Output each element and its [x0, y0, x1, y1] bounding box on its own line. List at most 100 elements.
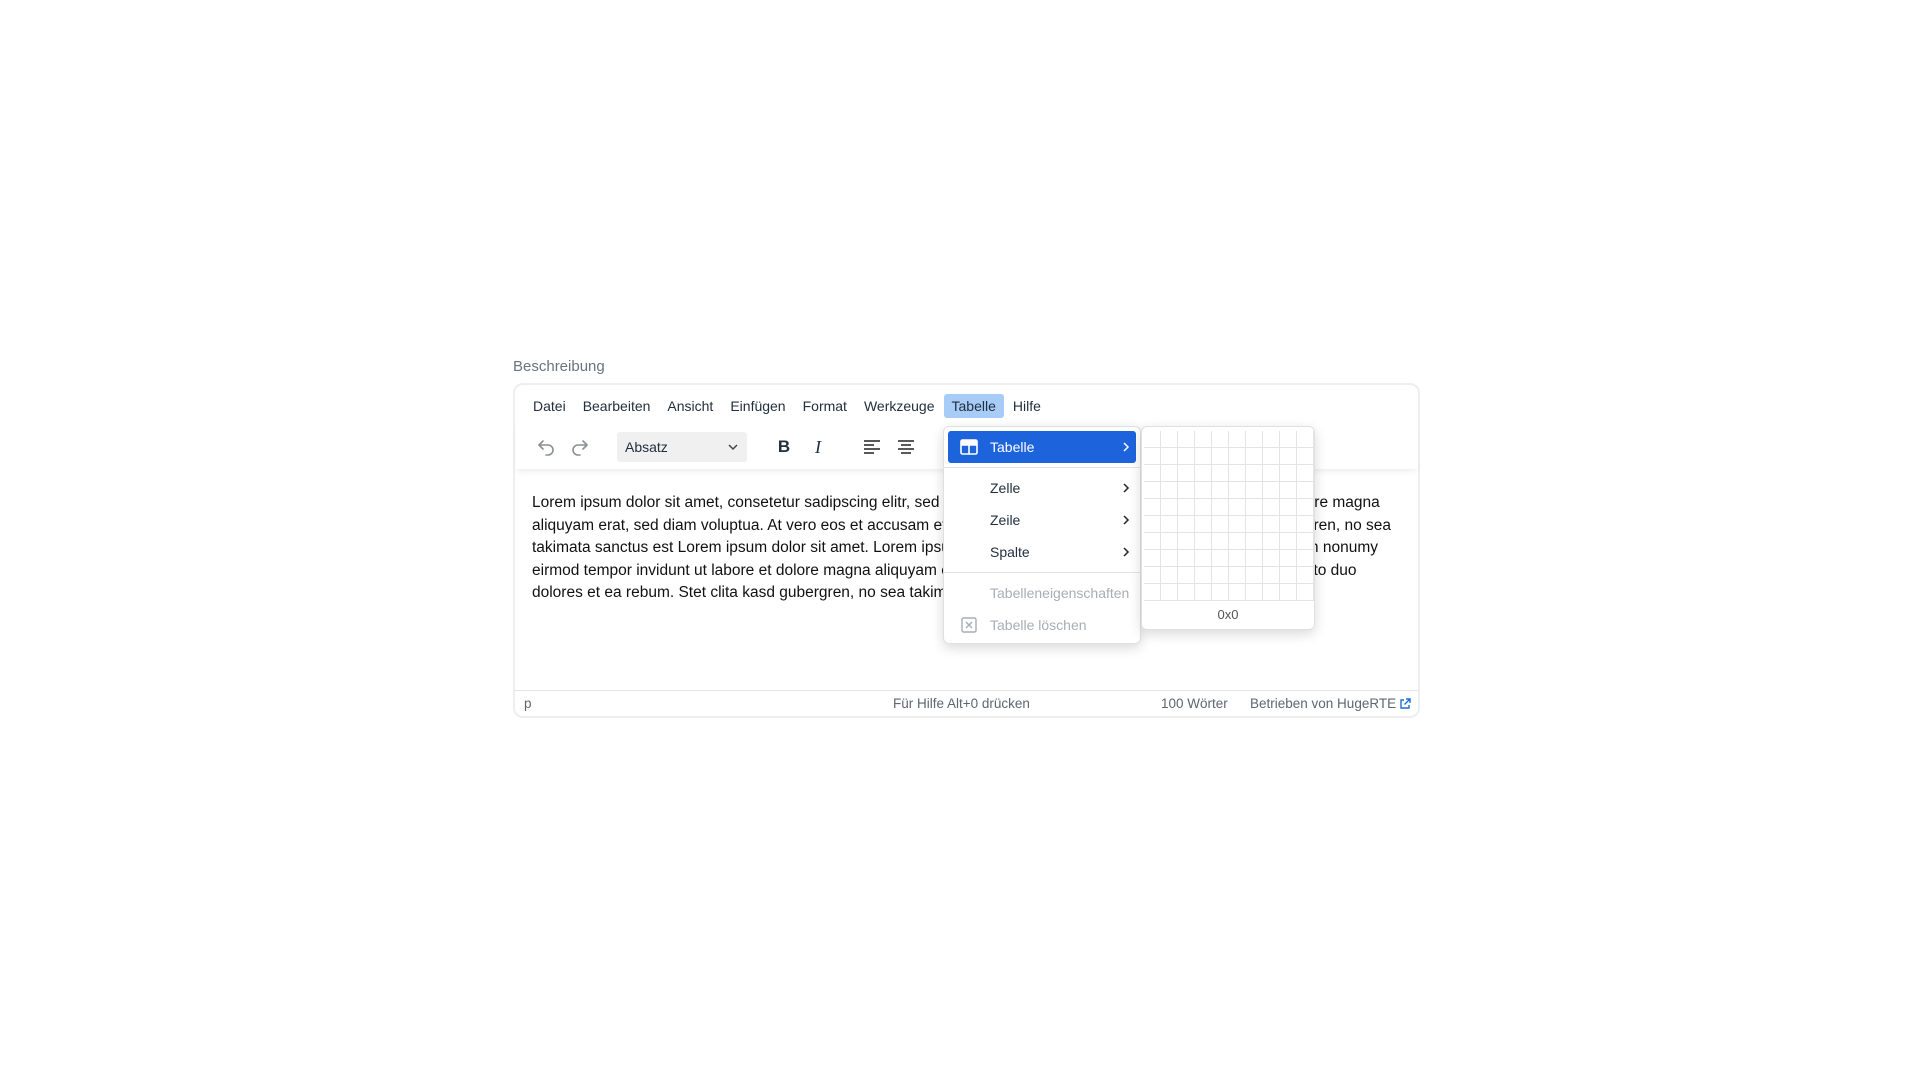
menu-format[interactable]: Format — [795, 394, 855, 418]
menu-einfuegen[interactable]: Einfügen — [722, 394, 793, 418]
dd-item-tabelle[interactable]: Tabelle — [948, 431, 1136, 463]
table-size-cell[interactable] — [1280, 465, 1297, 482]
table-size-cell[interactable] — [1195, 550, 1212, 567]
table-size-cell[interactable] — [1229, 448, 1246, 465]
table-size-cell[interactable] — [1297, 533, 1314, 550]
table-size-cell[interactable] — [1229, 499, 1246, 516]
table-size-cell[interactable] — [1246, 550, 1263, 567]
menu-hilfe[interactable]: Hilfe — [1005, 394, 1049, 418]
table-size-cell[interactable] — [1178, 584, 1195, 601]
table-size-cell[interactable] — [1297, 431, 1314, 448]
table-size-cell[interactable] — [1212, 567, 1229, 584]
table-size-cell[interactable] — [1178, 465, 1195, 482]
menu-ansicht[interactable]: Ansicht — [659, 394, 721, 418]
table-size-cell[interactable] — [1297, 448, 1314, 465]
table-size-cell[interactable] — [1144, 499, 1161, 516]
brand-link[interactable]: Betrieben von HugeRTE — [1250, 696, 1411, 711]
table-size-cell[interactable] — [1246, 516, 1263, 533]
table-size-cell[interactable] — [1229, 465, 1246, 482]
table-size-cell[interactable] — [1297, 550, 1314, 567]
table-size-cell[interactable] — [1144, 431, 1161, 448]
table-size-cell[interactable] — [1280, 516, 1297, 533]
table-size-cell[interactable] — [1246, 567, 1263, 584]
table-size-cell[interactable] — [1212, 584, 1229, 601]
table-size-cell[interactable] — [1212, 533, 1229, 550]
table-size-cell[interactable] — [1144, 482, 1161, 499]
dd-item-spalte[interactable]: Spalte — [948, 536, 1136, 568]
table-size-cell[interactable] — [1212, 448, 1229, 465]
table-size-cell[interactable] — [1144, 516, 1161, 533]
table-size-cell[interactable] — [1280, 550, 1297, 567]
menu-bearbeiten[interactable]: Bearbeiten — [575, 394, 659, 418]
table-size-cell[interactable] — [1144, 465, 1161, 482]
table-size-cell[interactable] — [1246, 431, 1263, 448]
redo-button[interactable] — [563, 430, 597, 464]
table-size-cell[interactable] — [1263, 533, 1280, 550]
table-size-cell[interactable] — [1229, 431, 1246, 448]
italic-button[interactable]: I — [801, 430, 835, 464]
table-size-cell[interactable] — [1263, 431, 1280, 448]
table-size-cell[interactable] — [1195, 516, 1212, 533]
table-size-cell[interactable] — [1195, 465, 1212, 482]
table-size-cell[interactable] — [1178, 431, 1195, 448]
menu-datei[interactable]: Datei — [525, 394, 574, 418]
table-size-cell[interactable] — [1263, 465, 1280, 482]
table-size-cell[interactable] — [1280, 499, 1297, 516]
menu-tabelle[interactable]: Tabelle — [943, 394, 1004, 418]
table-size-cell[interactable] — [1280, 431, 1297, 448]
table-size-cell[interactable] — [1229, 482, 1246, 499]
table-size-cell[interactable] — [1178, 516, 1195, 533]
table-size-cell[interactable] — [1263, 448, 1280, 465]
dd-item-zeile[interactable]: Zeile — [948, 504, 1136, 536]
bold-button[interactable]: B — [767, 430, 801, 464]
table-size-cell[interactable] — [1144, 550, 1161, 567]
table-size-cell[interactable] — [1212, 516, 1229, 533]
table-size-cell[interactable] — [1161, 567, 1178, 584]
table-size-cell[interactable] — [1297, 482, 1314, 499]
table-size-cell[interactable] — [1297, 567, 1314, 584]
table-size-cell[interactable] — [1297, 465, 1314, 482]
table-size-cell[interactable] — [1246, 482, 1263, 499]
table-size-cell[interactable] — [1161, 533, 1178, 550]
table-size-cell[interactable] — [1297, 516, 1314, 533]
table-size-cell[interactable] — [1144, 533, 1161, 550]
table-size-cell[interactable] — [1178, 499, 1195, 516]
table-size-cell[interactable] — [1280, 567, 1297, 584]
table-size-cell[interactable] — [1229, 533, 1246, 550]
table-size-cell[interactable] — [1144, 584, 1161, 601]
table-size-cell[interactable] — [1212, 482, 1229, 499]
table-size-cell[interactable] — [1161, 516, 1178, 533]
table-size-cell[interactable] — [1229, 567, 1246, 584]
dd-item-tabelleneigenschaften[interactable]: Tabelleneigenschaften — [948, 577, 1136, 609]
table-size-cell[interactable] — [1178, 567, 1195, 584]
table-size-cell[interactable] — [1280, 533, 1297, 550]
table-size-cell[interactable] — [1195, 567, 1212, 584]
table-size-cell[interactable] — [1246, 448, 1263, 465]
undo-button[interactable] — [529, 430, 563, 464]
table-size-cell[interactable] — [1195, 482, 1212, 499]
table-size-cell[interactable] — [1178, 550, 1195, 567]
table-size-cell[interactable] — [1263, 550, 1280, 567]
table-size-cell[interactable] — [1195, 431, 1212, 448]
table-size-cell[interactable] — [1161, 465, 1178, 482]
menu-werkzeuge[interactable]: Werkzeuge — [856, 394, 943, 418]
table-size-cell[interactable] — [1297, 499, 1314, 516]
table-size-cell[interactable] — [1229, 550, 1246, 567]
table-size-cell[interactable] — [1161, 448, 1178, 465]
table-size-cell[interactable] — [1263, 567, 1280, 584]
table-size-cell[interactable] — [1161, 431, 1178, 448]
element-path[interactable]: p — [524, 696, 532, 711]
table-size-cell[interactable] — [1263, 499, 1280, 516]
table-size-cell[interactable] — [1280, 482, 1297, 499]
table-size-cell[interactable] — [1178, 533, 1195, 550]
table-size-cell[interactable] — [1195, 533, 1212, 550]
table-size-cell[interactable] — [1195, 448, 1212, 465]
table-size-cell[interactable] — [1178, 448, 1195, 465]
blocks-select[interactable]: Absatz — [617, 432, 747, 462]
table-size-cell[interactable] — [1161, 482, 1178, 499]
table-size-cell[interactable] — [1144, 448, 1161, 465]
table-size-cell[interactable] — [1297, 584, 1314, 601]
table-size-cell[interactable] — [1263, 516, 1280, 533]
table-size-cell[interactable] — [1178, 482, 1195, 499]
table-size-cell[interactable] — [1161, 550, 1178, 567]
